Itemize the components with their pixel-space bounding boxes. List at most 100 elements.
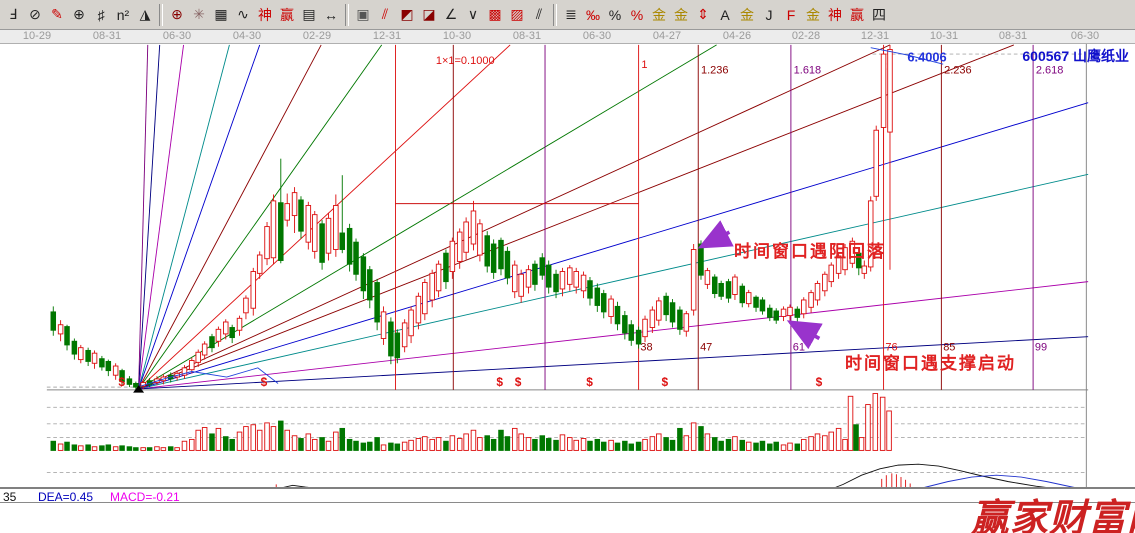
- gann-fan-icon[interactable]: ⫽: [374, 3, 396, 27]
- grid-box-icon[interactable]: ▦: [210, 3, 232, 27]
- volume-bar: [691, 423, 696, 451]
- volume-bar: [859, 438, 864, 451]
- volume-bar: [880, 397, 885, 450]
- gold-slash-icon[interactable]: 金: [736, 3, 758, 27]
- volume-bar: [216, 428, 221, 450]
- percent-line-icon[interactable]: ‰: [582, 3, 604, 27]
- shen-tool-icon[interactable]: 神: [254, 3, 276, 27]
- ruler-f-icon[interactable]: Ⅎ: [2, 3, 24, 27]
- volume-bar: [106, 445, 111, 451]
- candle: [656, 301, 661, 320]
- candle: [223, 322, 228, 334]
- volume-bar: [629, 444, 634, 450]
- gold-circle-icon[interactable]: 金: [648, 3, 670, 27]
- candle: [340, 233, 345, 250]
- annotation-support[interactable]: 时间窗口遇支撑启动: [845, 349, 1016, 374]
- annotation-arrow[interactable]: [701, 232, 729, 247]
- n-squared-ruler-icon[interactable]: n²: [112, 3, 134, 27]
- candle: [746, 293, 751, 304]
- shen-slash-icon[interactable]: 神: [824, 3, 846, 27]
- draw-pen-icon[interactable]: ✎: [46, 3, 68, 27]
- volume-bar: [540, 436, 545, 451]
- volume-bar: [395, 444, 400, 450]
- fan-box-icon[interactable]: ◩: [396, 3, 418, 27]
- volume-bar: [491, 439, 496, 450]
- volume-bar: [740, 440, 745, 450]
- stock-chart-app: Ⅎ⊘✎⊕♯n²◮⊕✳▦∿神赢▤↔▣⫽◩◪∠∨▩▨⫽≣‰%%金金⇕A金JF金神赢四…: [0, 0, 1135, 533]
- candle: [862, 266, 867, 273]
- candle: [58, 325, 63, 334]
- dollar-marker: $: [261, 375, 268, 389]
- volume-bar: [768, 444, 773, 450]
- candle: [801, 300, 806, 314]
- chart-canvas[interactable]: 1381.236471.618612762.236852.61899$$$$$$…: [0, 44, 1135, 533]
- ying-slash-icon[interactable]: 赢: [846, 3, 868, 27]
- candle: [450, 241, 455, 271]
- candle: [574, 272, 579, 288]
- circle-cross-icon[interactable]: ⊕: [166, 3, 188, 27]
- gann-fan-ray: [139, 45, 890, 389]
- candle: [491, 244, 496, 272]
- width-measure-icon[interactable]: ↔: [320, 3, 342, 27]
- candle: [257, 255, 262, 273]
- j-slash-icon[interactable]: J: [758, 3, 780, 27]
- gold-line-icon[interactable]: 金: [670, 3, 692, 27]
- lasso-tool-icon[interactable]: ⊘: [24, 3, 46, 27]
- fan-box-filled-icon[interactable]: ◪: [418, 3, 440, 27]
- candle: [265, 227, 270, 259]
- volume-bar: [623, 441, 628, 450]
- candle: [815, 283, 820, 300]
- candle: [781, 309, 786, 316]
- gold2-slash-icon[interactable]: 金: [802, 3, 824, 27]
- candle: [540, 258, 545, 275]
- volume-bar: [354, 441, 359, 450]
- annotation-arrow[interactable]: [790, 322, 819, 339]
- volume-bar: [733, 437, 738, 451]
- volume-bar: [210, 434, 215, 451]
- volume-bar: [51, 441, 56, 450]
- parallel-lines-icon[interactable]: ⫽: [528, 3, 550, 27]
- grid-arrow-icon[interactable]: ▨: [506, 3, 528, 27]
- date-label: 06-30: [163, 30, 191, 42]
- red-grid-icon[interactable]: ▩: [484, 3, 506, 27]
- candle: [519, 274, 524, 296]
- volume-bar: [664, 438, 669, 451]
- volume-bar: [416, 439, 421, 451]
- ruler-ticks-icon[interactable]: ♯: [90, 3, 112, 27]
- angle-ruler-icon[interactable]: ◮: [134, 3, 156, 27]
- spider-web-icon[interactable]: ✳: [188, 3, 210, 27]
- candle: [623, 316, 628, 333]
- chart-label: 1×1=0.1000: [436, 55, 495, 67]
- select-box-icon[interactable]: ▣: [352, 3, 374, 27]
- percent-dash-icon[interactable]: %: [626, 3, 648, 27]
- volume-bar: [147, 448, 152, 451]
- annotation-resistance[interactable]: 时间窗口遇阻回落: [734, 237, 886, 262]
- fib-ratio-label: 2.618: [1036, 64, 1064, 76]
- drawing-toolbar: Ⅎ⊘✎⊕♯n²◮⊕✳▦∿神赢▤↔▣⫽◩◪∠∨▩▨⫽≣‰%%金金⇕A金JF金神赢四: [0, 0, 1135, 30]
- ying-tool-icon[interactable]: 赢: [276, 3, 298, 27]
- a-line-icon[interactable]: A: [714, 3, 736, 27]
- candle: [726, 282, 731, 299]
- histogram-icon[interactable]: ≣: [560, 3, 582, 27]
- date-label: 10-30: [443, 30, 471, 42]
- candle: [86, 350, 91, 361]
- wave-tool-icon[interactable]: ∿: [232, 3, 254, 27]
- gann-clock-icon[interactable]: ⊕: [68, 3, 90, 27]
- volume-bar: [202, 427, 207, 450]
- zigzag-icon[interactable]: ∨: [462, 3, 484, 27]
- trend-angle-icon[interactable]: ∠: [440, 3, 462, 27]
- volume-bar: [127, 447, 132, 451]
- dollar-marker: $: [515, 375, 522, 389]
- volume-bar: [436, 438, 441, 451]
- si-slash-icon[interactable]: 四: [868, 3, 890, 27]
- percent-icon[interactable]: %: [604, 3, 626, 27]
- candle: [705, 271, 710, 285]
- flag-updown-icon[interactable]: ⇕: [692, 3, 714, 27]
- grid-123-icon[interactable]: ▤: [298, 3, 320, 27]
- volume-bar: [512, 428, 517, 450]
- f-slash-icon[interactable]: F: [780, 3, 802, 27]
- candle: [774, 311, 779, 320]
- date-label: 12-31: [373, 30, 401, 42]
- volume-bar: [560, 435, 565, 451]
- fib-ratio-label: 1.236: [701, 64, 729, 76]
